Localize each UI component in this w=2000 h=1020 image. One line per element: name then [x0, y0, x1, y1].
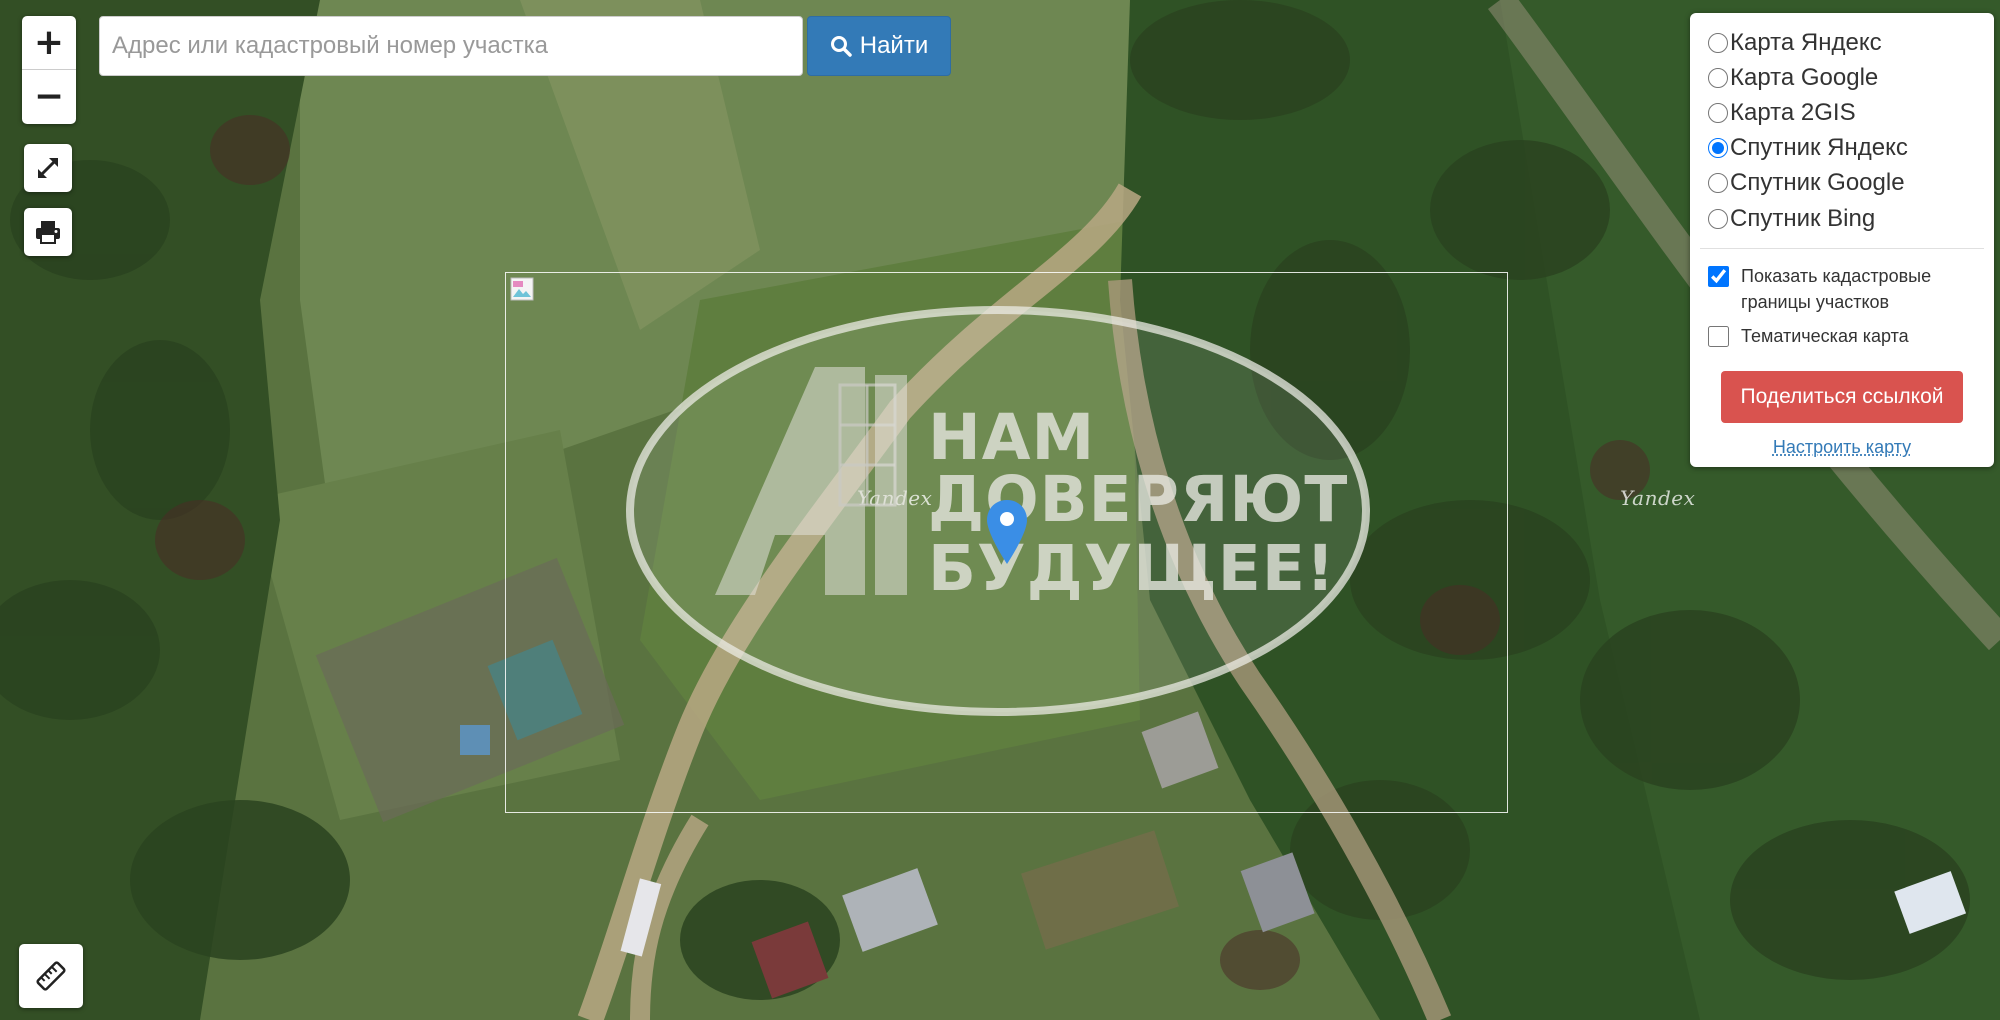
layer-option-label: Спутник Яндекс — [1730, 134, 1908, 162]
cadastral-borders-toggle[interactable]: Показать кадастровые границы участков — [1706, 263, 1978, 315]
expand-icon — [37, 157, 59, 179]
layer-option-label: Карта Google — [1730, 63, 1879, 91]
fullscreen-button[interactable] — [24, 144, 72, 192]
thematic-map-checkbox[interactable] — [1708, 326, 1729, 348]
printer-icon — [36, 221, 60, 244]
configure-map-link[interactable]: Настроить карту — [1706, 437, 1978, 458]
layer-radio[interactable] — [1708, 67, 1728, 88]
layer-option-yandex-map[interactable]: Карта Яндекс — [1706, 25, 1978, 60]
panel-divider — [1700, 248, 1984, 250]
zoom-control: + − — [22, 16, 76, 124]
layer-option-label: Спутник Google — [1730, 169, 1905, 197]
map-pin-icon[interactable] — [986, 498, 1028, 568]
layer-option-label: Карта 2GIS — [1730, 98, 1856, 126]
share-link-button[interactable]: Поделиться ссылкой — [1721, 371, 1963, 424]
layer-option-label: Карта Яндекс — [1730, 28, 1882, 56]
search-button[interactable]: Найти — [807, 16, 951, 76]
thematic-map-toggle[interactable]: Тематическая карта — [1706, 323, 1978, 349]
layers-panel: Карта Яндекс Карта Google Карта 2GIS Спу… — [1690, 13, 1994, 467]
search-button-label: Найти — [859, 32, 929, 59]
ruler-icon — [36, 961, 66, 991]
layer-option-2gis-map[interactable]: Карта 2GIS — [1706, 95, 1978, 130]
layer-radio[interactable] — [1708, 138, 1728, 159]
ruler-button[interactable] — [19, 944, 83, 1008]
search-icon — [830, 36, 852, 57]
layer-radio[interactable] — [1708, 32, 1728, 53]
layer-option-label: Спутник Bing — [1730, 204, 1876, 232]
layer-radio[interactable] — [1708, 173, 1728, 194]
cadastral-borders-label: Показать кадастровые границы участков — [1741, 266, 1932, 313]
layer-option-google-satellite[interactable]: Спутник Google — [1706, 166, 1978, 201]
layer-option-bing-satellite[interactable]: Спутник Bing — [1706, 201, 1978, 236]
layer-radio[interactable] — [1708, 208, 1728, 229]
print-button[interactable] — [24, 208, 72, 256]
search-input[interactable] — [99, 16, 803, 76]
layer-option-google-map[interactable]: Карта Google — [1706, 60, 1978, 95]
zoom-out-button[interactable]: − — [22, 69, 76, 123]
yandex-watermark: Yandex — [1620, 486, 1696, 510]
thematic-map-label: Тематическая карта — [1741, 326, 1909, 347]
broken-image-icon — [510, 277, 534, 301]
cadastral-borders-checkbox[interactable] — [1708, 266, 1729, 288]
layer-option-yandex-satellite[interactable]: Спутник Яндекс — [1706, 131, 1978, 166]
layer-radio[interactable] — [1708, 102, 1728, 123]
zoom-in-button[interactable]: + — [22, 16, 76, 69]
promo-slogan-line: НАМ — [928, 401, 1096, 474]
